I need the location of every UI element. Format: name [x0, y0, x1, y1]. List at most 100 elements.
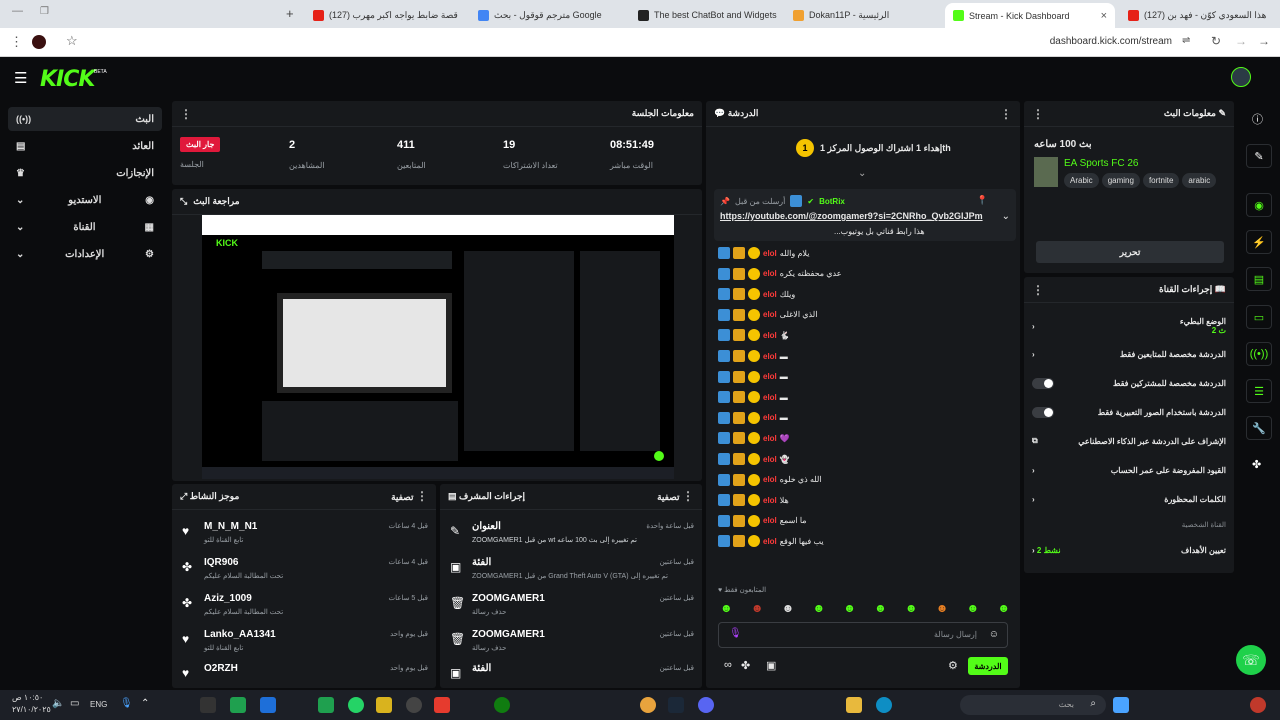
- chat-username[interactable]: elol: [763, 290, 777, 299]
- pinned-message[interactable]: 📌 أرسلت من قبل ✔ BotRix https://youtube.…: [714, 189, 1016, 241]
- subscribers-only-toggle[interactable]: [1032, 377, 1054, 389]
- app-teal-icon[interactable]: [318, 697, 334, 713]
- list-item[interactable]: ♥ Lanko_AA1341 تابع القناة للتو قبل يوم …: [180, 626, 428, 660]
- chevron-down-icon[interactable]: ⌄: [1002, 211, 1010, 222]
- sidebar-item-settings[interactable]: ⌄ الإعدادات ⚙: [8, 242, 162, 266]
- chat-input[interactable]: ☺ إرسال رسالة 🎙: [718, 622, 1008, 648]
- chat-message[interactable]: elol 💜: [718, 431, 790, 445]
- tab-kick-dashboard[interactable]: Stream - Kick Dashboard ×: [945, 3, 1115, 28]
- gift-sub-icon[interactable]: ✤: [741, 659, 750, 672]
- list-item[interactable]: ✎ العنوان ZOOMGAMER1 من قبل wt تم تغييره…: [448, 518, 694, 552]
- more-options-icon[interactable]: ⋮: [682, 489, 694, 503]
- chat-username[interactable]: elol: [763, 310, 777, 319]
- filter-button[interactable]: تصفية: [391, 492, 413, 502]
- chat-message[interactable]: elol هلا: [718, 493, 789, 507]
- list-item[interactable]: 🗑 ZOOMGAMER1 حذف رسالة قبل ساعتين: [448, 590, 694, 624]
- expand-icon[interactable]: ⤢: [180, 491, 187, 501]
- emote-icon[interactable]: ☻: [936, 601, 949, 615]
- emote-icon[interactable]: ☻: [874, 601, 887, 615]
- forward-icon[interactable]: →: [1235, 34, 1247, 48]
- emotes-only-toggle[interactable]: [1032, 406, 1054, 418]
- window-restore-icon[interactable]: ❐: [40, 6, 49, 17]
- slow-mode-row[interactable]: › الوضع البطيء 2 ث: [1032, 313, 1226, 339]
- followers-only-row[interactable]: › الدردشة مخصصة للمتابعين فقط: [1032, 344, 1226, 364]
- stream-preview-video[interactable]: KICK: [202, 215, 674, 479]
- app-whatsapp-icon[interactable]: [348, 697, 364, 713]
- pin-action-icon[interactable]: 📍: [977, 195, 988, 206]
- chat-message[interactable]: elol ▬: [718, 349, 788, 363]
- microphone-icon[interactable]: 🎙: [729, 628, 742, 639]
- chat-settings-icon[interactable]: ∞: [724, 659, 732, 671]
- more-options-icon[interactable]: ⋮: [416, 489, 428, 503]
- more-options-icon[interactable]: ⋮: [1000, 108, 1012, 120]
- chat-message[interactable]: elol 🐇: [718, 328, 790, 342]
- chat-message[interactable]: elol ▬: [718, 411, 788, 425]
- goal-collapse-icon[interactable]: ⌄: [858, 168, 866, 179]
- menu-dots-icon[interactable]: ⋮: [10, 34, 23, 50]
- chat-message[interactable]: elol الله ذي خلوه: [718, 473, 822, 487]
- app-discord-icon[interactable]: [698, 697, 714, 713]
- camera-icon[interactable]: ◉: [1246, 193, 1272, 217]
- clock-time[interactable]: ١٠:٥٠ ص: [12, 693, 43, 702]
- account-age-row[interactable]: › القيود المفروضة على عمر الحساب: [1032, 460, 1226, 480]
- chat-popout-icon[interactable]: ▣: [766, 659, 776, 672]
- tab-chatbot[interactable]: The best ChatBot and Widgets: [630, 4, 780, 26]
- chat-message[interactable]: elol الذي الاغلى: [718, 308, 817, 322]
- emote-icon[interactable]: ☻: [843, 601, 856, 615]
- emote-icon[interactable]: ☻: [967, 601, 980, 615]
- window-minimize-icon[interactable]: —: [12, 5, 23, 17]
- chat-username[interactable]: elol: [763, 352, 777, 361]
- site-settings-icon[interactable]: ⇌: [1182, 35, 1190, 46]
- tab-youtube-officer[interactable]: (127) قصة ضابط يواجه اكبر مهرب: [305, 4, 465, 26]
- chat-username[interactable]: elol: [763, 516, 777, 525]
- broadcast-icon[interactable]: ((•)): [1246, 342, 1272, 366]
- chat-username[interactable]: elol: [763, 475, 777, 484]
- more-options-icon[interactable]: ⋮: [180, 108, 192, 120]
- chat-username[interactable]: elol: [763, 393, 777, 402]
- user-avatar[interactable]: [1231, 67, 1251, 87]
- app-steam-icon[interactable]: [668, 697, 684, 713]
- chat-username[interactable]: elol: [763, 434, 777, 443]
- chat-message[interactable]: elol يلام والله: [718, 246, 809, 260]
- chat-username[interactable]: elol: [763, 331, 777, 340]
- category-name[interactable]: EA Sports FC 26: [1064, 158, 1138, 169]
- app-epic-icon[interactable]: [200, 697, 216, 713]
- app-red-icon[interactable]: [434, 697, 450, 713]
- chat-message[interactable]: elol عدي محفظته يكره: [718, 267, 841, 281]
- goals-row[interactable]: › نشط 2 تعيين الأهداف: [1032, 540, 1226, 560]
- banned-words-row[interactable]: › الكلمات المحظورة: [1032, 489, 1226, 509]
- emote-icon[interactable]: ☻: [751, 601, 764, 615]
- network-icon[interactable]: ▭: [70, 698, 79, 709]
- chat-username[interactable]: elol: [763, 269, 777, 278]
- notification-icon[interactable]: [1250, 697, 1266, 713]
- chat-send-button[interactable]: الدردشة: [968, 657, 1008, 675]
- reload-icon[interactable]: ↻: [1211, 34, 1221, 48]
- edit-stream-button[interactable]: تحرير: [1036, 241, 1224, 263]
- url-field[interactable]: dashboard.kick.com/stream: [1050, 36, 1172, 47]
- chat-icon[interactable]: ▭: [1246, 305, 1272, 329]
- chat-username[interactable]: elol: [763, 537, 777, 546]
- emote-icon[interactable]: ☻: [905, 601, 918, 615]
- edit-layout-icon[interactable]: ✎: [1246, 144, 1272, 168]
- app-yellow-icon[interactable]: [376, 697, 392, 713]
- emote-icon[interactable]: ☻: [997, 601, 1010, 615]
- sidebar-item-revenue[interactable]: ▤ العائد: [8, 134, 162, 158]
- emote-icon[interactable]: ☻: [812, 601, 825, 615]
- tab-google-translate[interactable]: مترجم قوقول - بحث Google: [470, 4, 620, 26]
- sidebar-item-achievements[interactable]: ♛ الإنجازات: [8, 161, 162, 185]
- more-options-icon[interactable]: ⋮: [1032, 108, 1044, 120]
- info-icon[interactable]: ⓘ: [1252, 111, 1263, 127]
- emoji-icon[interactable]: ☺: [989, 629, 999, 640]
- bolt-icon[interactable]: ⚡: [1246, 230, 1272, 254]
- app-chrome-icon[interactable]: [640, 697, 656, 713]
- more-options-icon[interactable]: ⋮: [1032, 284, 1044, 296]
- hamburger-menu-icon[interactable]: ☰: [14, 69, 27, 87]
- app-obs-icon[interactable]: [406, 697, 422, 713]
- chat-message[interactable]: elol ما اسمع: [718, 514, 807, 528]
- language-indicator[interactable]: ENG: [90, 700, 107, 709]
- app-blue-icon[interactable]: [260, 697, 276, 713]
- speaker-icon[interactable]: 🔈: [52, 698, 64, 709]
- start-windows-icon[interactable]: [1113, 697, 1129, 713]
- apps-icon[interactable]: ✤: [1252, 458, 1261, 471]
- chat-username[interactable]: elol: [763, 496, 777, 505]
